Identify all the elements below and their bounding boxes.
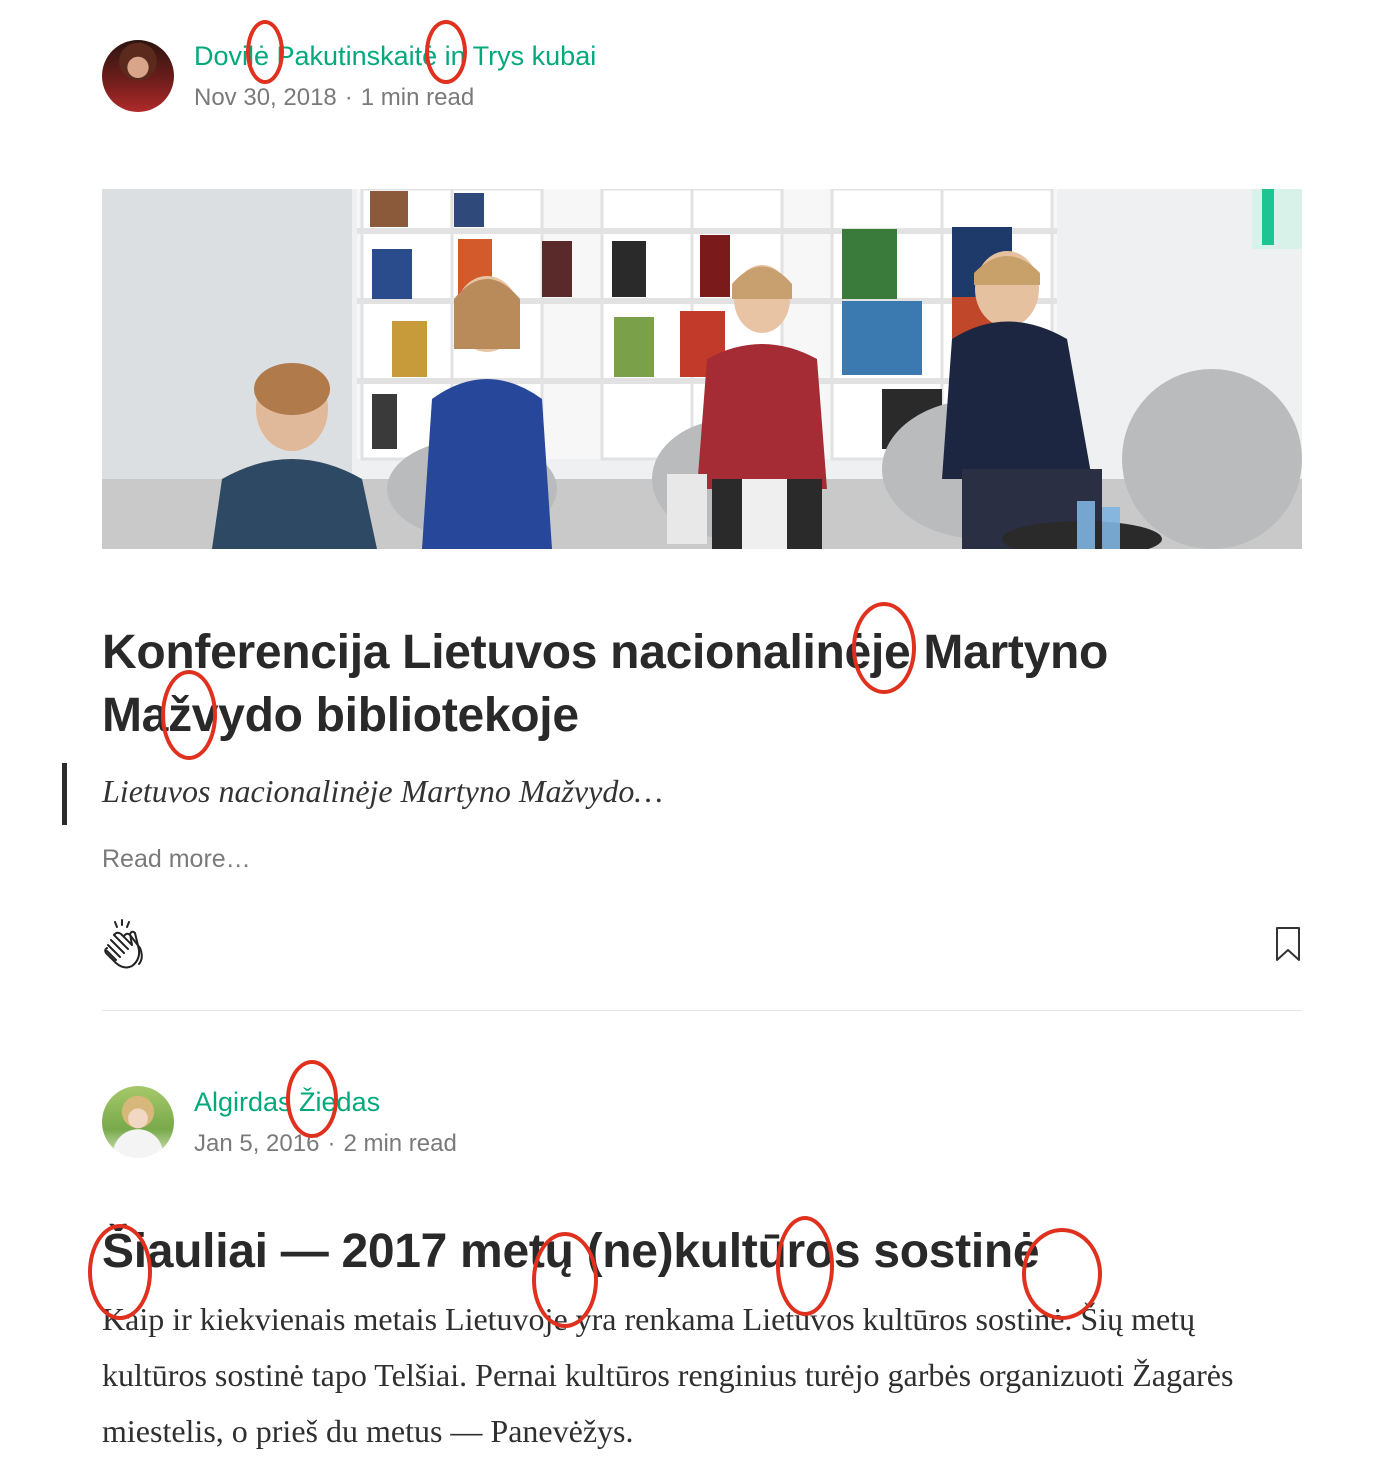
read-more-link[interactable]: Read more… xyxy=(102,845,251,874)
byline: Dovilė Pakutinskaitė in Trys kubai Nov 3… xyxy=(102,38,1302,114)
meta-separator: · xyxy=(327,1130,336,1157)
post-excerpt: Kaip ir kiekvienais metais Lietuvoje yra… xyxy=(102,1301,1234,1449)
byline-top: Algirdas Žiedas xyxy=(194,1085,457,1119)
author-link[interactable]: Algirdas Žiedas xyxy=(194,1087,380,1117)
in-word: in xyxy=(444,41,466,71)
conference-photo xyxy=(102,189,1302,549)
bookmark-icon[interactable] xyxy=(1274,926,1302,962)
publication-link[interactable]: Trys kubai xyxy=(473,41,597,71)
author-link[interactable]: Dovilė Pakutinskaitė xyxy=(194,41,437,71)
author-avatar[interactable] xyxy=(102,1086,174,1158)
post-card: Algirdas Žiedas Jan 5, 2016 · 2 min read Š… xyxy=(102,1084,1302,1459)
post-title[interactable]: Šiauliai — 2017 metų (ne)kultūros sostin… xyxy=(102,1220,1302,1283)
post-card: Dovilė Pakutinskaitė in Trys kubai Nov 3… xyxy=(62,38,1302,1011)
subtitle-block: Lietuvos nacionalinėje Martyno Mažvydo… xyxy=(62,763,1302,825)
post-subtitle: Lietuvos nacionalinėje Martyno Mažvydo… xyxy=(102,773,663,809)
post-title[interactable]: Konferencija Lietuvos nacionalinėje Mart… xyxy=(102,621,1302,747)
byline-text: Algirdas Žiedas Jan 5, 2016 · 2 min read xyxy=(194,1085,457,1159)
hero-image[interactable] xyxy=(102,189,1302,549)
read-time: 1 min read xyxy=(360,84,475,111)
post-meta: Jan 5, 2016 · 2 min read xyxy=(194,1129,457,1159)
clap-icon[interactable] xyxy=(102,918,150,970)
post-meta: Nov 30, 2018 · 1 min read xyxy=(194,83,596,113)
byline-top: Dovilė Pakutinskaitė in Trys kubai xyxy=(194,39,596,73)
author-avatar[interactable] xyxy=(102,40,174,112)
byline-text: Dovilė Pakutinskaitė in Trys kubai Nov 3… xyxy=(194,39,596,113)
meta-separator: · xyxy=(344,84,353,111)
post-date[interactable]: Nov 30, 2018 xyxy=(194,84,337,111)
quote-bar xyxy=(62,763,67,825)
post-divider xyxy=(102,1010,1302,1011)
byline: Algirdas Žiedas Jan 5, 2016 · 2 min read xyxy=(102,1084,1302,1160)
post-date[interactable]: Jan 5, 2016 xyxy=(194,1130,319,1157)
read-time: 2 min read xyxy=(343,1130,457,1157)
post-actions xyxy=(102,914,1302,974)
